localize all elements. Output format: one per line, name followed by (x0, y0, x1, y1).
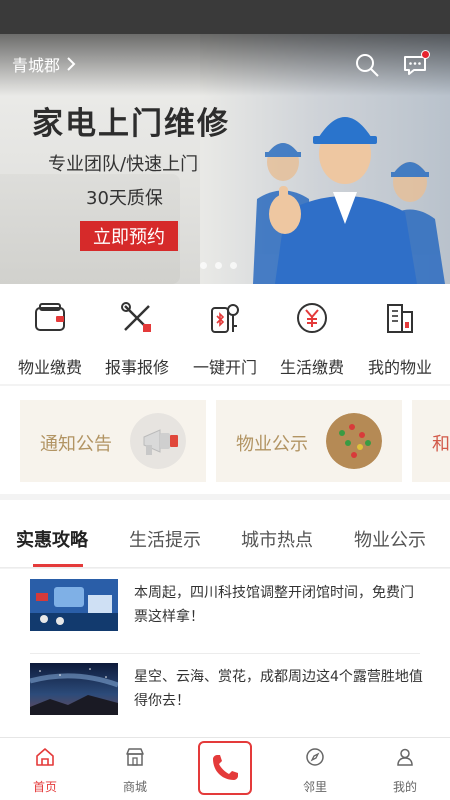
list-item[interactable]: 星空、云海、赏花，成都周边这4个露营胜地值得你去！ (0, 653, 450, 737)
message-button[interactable] (402, 50, 430, 78)
quick-actions: 物业缴费 报事报修 一键开门 生活缴费 我的物业 (0, 284, 450, 384)
card-label: 通知公告 (40, 434, 112, 455)
nav-label: 首页 (32, 780, 57, 794)
bottom-navigation: 首页 商城 邻里 我的 (0, 737, 450, 800)
wallet-icon (35, 303, 65, 331)
carousel-dot[interactable] (230, 262, 237, 269)
quick-action-repair[interactable]: 报事报修 (92, 284, 182, 384)
carousel-indicator (200, 262, 237, 269)
tab-property-notice[interactable]: 物业公示 (354, 526, 426, 552)
tab-active-indicator (33, 564, 83, 567)
card-label: 和 (432, 434, 450, 455)
banner-subtitle-2: 30天质保 (86, 188, 163, 209)
quick-action-open-door[interactable]: 一键开门 (180, 284, 270, 384)
building-icon (387, 304, 413, 333)
city-selector[interactable]: 青城郡 (12, 52, 76, 76)
tools-icon (121, 302, 151, 332)
quick-action-utility-fee[interactable]: 生活缴费 (267, 284, 357, 384)
app-screen: 青城郡 家电上门维修 专业团队/快速上门 30天质保 立即预约 物业缴费 报事报… (0, 0, 450, 800)
compass-icon (306, 748, 324, 766)
quick-action-label: 我的物业 (367, 358, 432, 377)
quick-action-label: 报事报修 (104, 358, 169, 377)
megaphone-icon (130, 413, 186, 469)
nav-shop[interactable]: 商城 (100, 738, 170, 800)
city-name: 青城郡 (12, 56, 61, 75)
search-icon (356, 54, 379, 77)
banner-title: 家电上门维修 (32, 106, 230, 142)
unread-badge (421, 50, 430, 59)
nav-home[interactable]: 首页 (10, 738, 80, 800)
chevron-right-icon (67, 57, 76, 71)
worker-illustration (253, 117, 445, 284)
tab-life-tips[interactable]: 生活提示 (129, 526, 201, 552)
quick-action-my-property[interactable]: 我的物业 (355, 284, 445, 384)
nav-neighbors[interactable]: 邻里 (280, 738, 350, 800)
yen-coin-icon (297, 303, 327, 333)
home-icon (36, 748, 54, 766)
user-icon (397, 748, 413, 766)
card-label: 物业公示 (236, 434, 308, 455)
promo-banner[interactable]: 青城郡 家电上门维修 专业团队/快速上门 30天质保 立即预约 (0, 34, 450, 284)
tab-deals[interactable]: 实惠攻略 (16, 526, 88, 552)
list-item[interactable]: 本周起，四川科技馆调整开闭馆时间，免费门票这样拿！ (0, 569, 450, 654)
card-partial[interactable]: 和 (412, 400, 450, 482)
nav-label: 邻里 (302, 780, 327, 794)
tab-city-hot[interactable]: 城市热点 (241, 526, 313, 552)
pushpin-board-icon (326, 413, 382, 469)
science-museum-photo (30, 579, 118, 631)
carousel-dot[interactable] (215, 262, 222, 269)
quick-action-label: 物业缴费 (17, 358, 82, 377)
card-public-notice[interactable]: 物业公示 (216, 400, 402, 482)
status-bar (0, 0, 450, 34)
starry-sky-photo (30, 663, 118, 715)
content-tabs: 实惠攻略 生活提示 城市热点 物业公示 (0, 500, 450, 568)
call-button[interactable] (198, 741, 252, 795)
quick-action-label: 生活缴费 (279, 358, 344, 377)
feature-cards: 通知公告 物业公示 和 (0, 386, 450, 494)
search-button[interactable] (354, 52, 380, 78)
banner-subtitle-1: 专业团队/快速上门 (48, 154, 199, 175)
shop-icon (126, 748, 144, 766)
nav-label: 商城 (122, 780, 147, 794)
card-notice[interactable]: 通知公告 (20, 400, 206, 482)
nav-label: 我的 (392, 780, 417, 794)
quick-action-label: 一键开门 (192, 358, 257, 377)
carousel-dot[interactable] (200, 262, 207, 269)
nav-mine[interactable]: 我的 (370, 738, 440, 800)
phone-icon (213, 755, 238, 780)
book-now-button[interactable]: 立即预约 (80, 221, 178, 251)
news-title: 本周起，四川科技馆调整开闭馆时间，免费门票这样拿！ (134, 585, 414, 625)
key-icon (211, 304, 239, 333)
news-title: 星空、云海、赏花，成都周边这4个露营胜地值得你去！ (134, 669, 423, 709)
quick-action-property-fee[interactable]: 物业缴费 (5, 284, 95, 384)
news-list: 本周起，四川科技馆调整开闭馆时间，免费门票这样拿！ 星空、云海、赏花，成都周边这… (0, 569, 450, 737)
